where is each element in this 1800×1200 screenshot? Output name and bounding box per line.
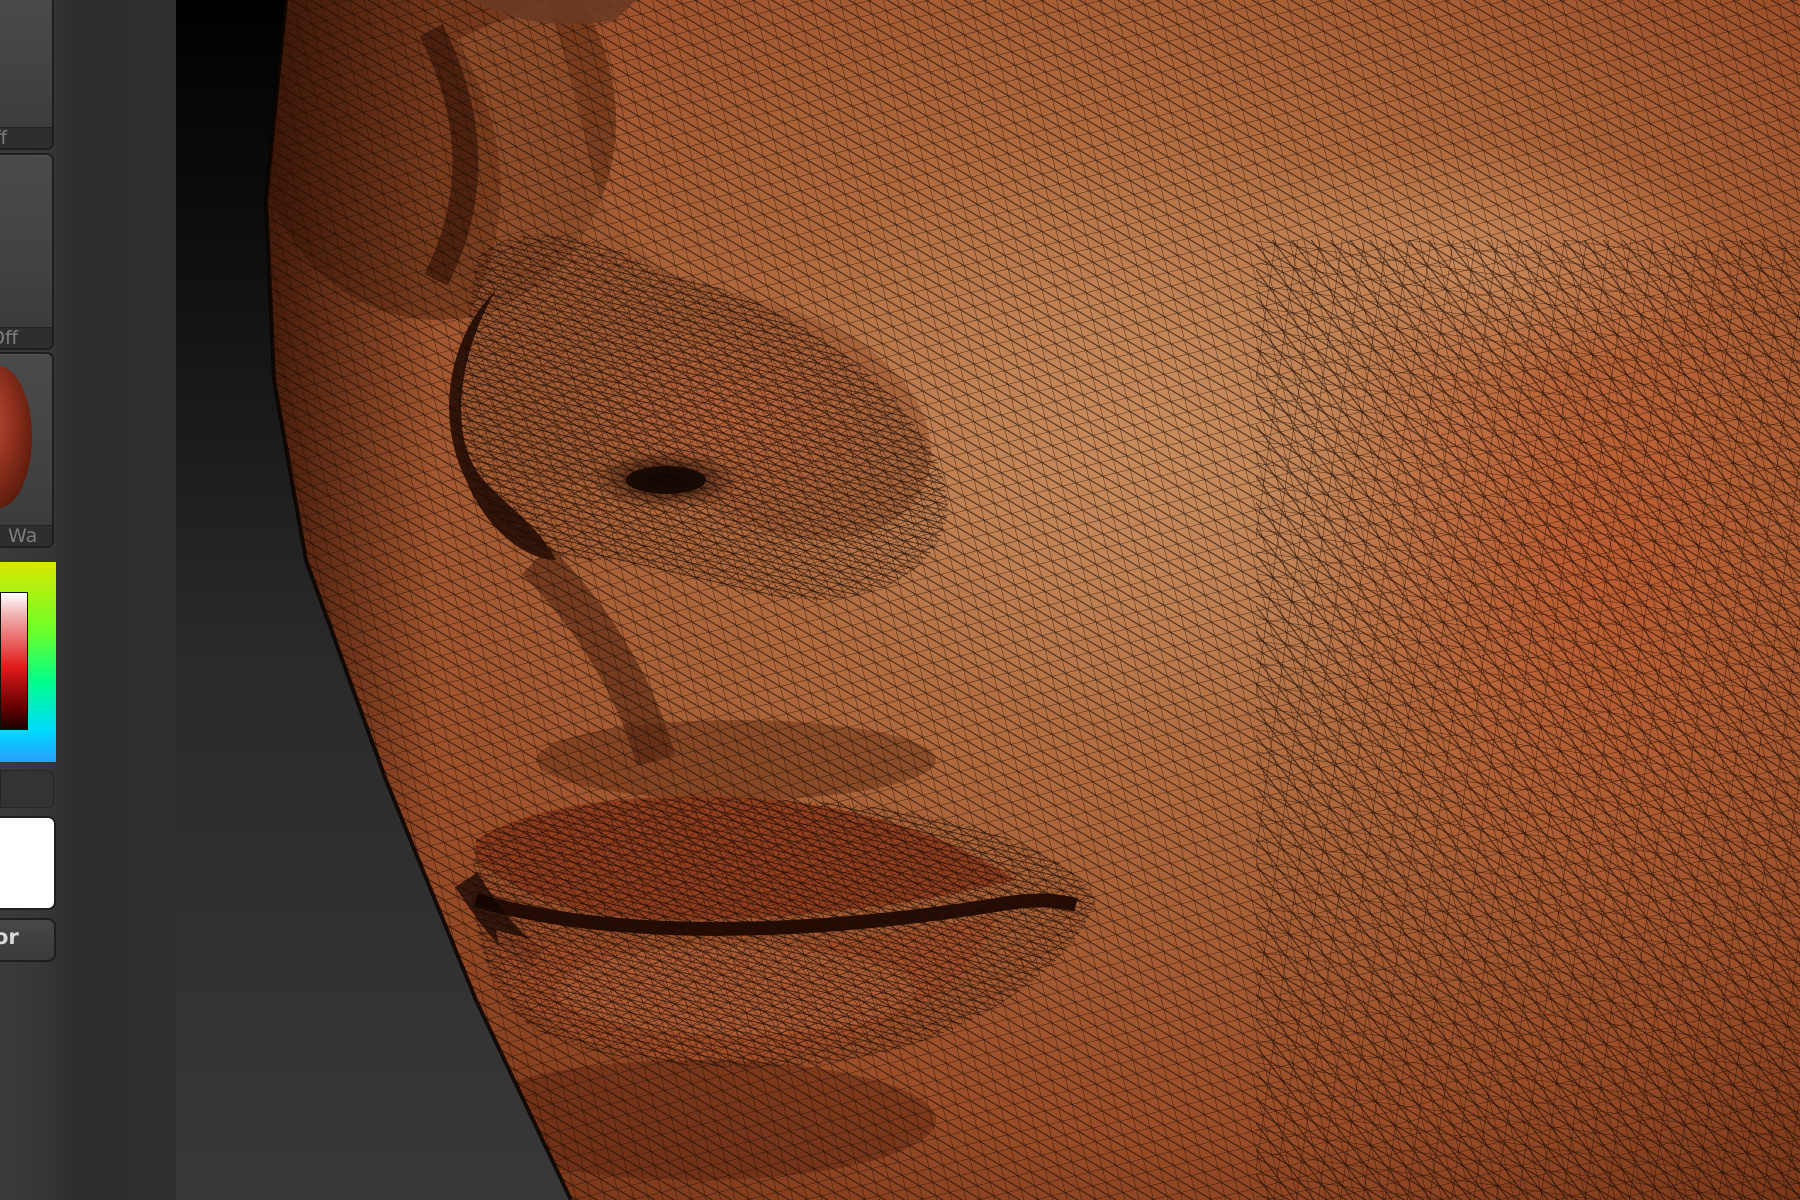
- viewport-canvas[interactable]: [176, 0, 1800, 1200]
- toggle-button-label: Off: [0, 327, 19, 349]
- material-button[interactable]: Wa: [0, 352, 54, 548]
- main-color-swatch[interactable]: [0, 816, 56, 910]
- toggle-button-off[interactable]: Off: [0, 153, 54, 350]
- material-sphere-icon: [0, 366, 32, 508]
- left-tray: ff Off Wa or: [0, 0, 73, 1200]
- color-button-label: or: [0, 925, 19, 949]
- color-picker-shade-box[interactable]: [0, 592, 28, 730]
- toggle-button-label: ff: [0, 127, 8, 149]
- color-button[interactable]: or: [0, 918, 56, 962]
- wireframe-face-render: [263, 0, 1800, 1200]
- tray-divider: [72, 0, 176, 1200]
- switch-color-bar[interactable]: [0, 770, 54, 808]
- zbrush-app-window: ff Off Wa or: [0, 0, 1800, 1200]
- toggle-button-footer: [0, 127, 52, 148]
- color-picker-icon[interactable]: [0, 562, 56, 762]
- material-button-label: Wa: [8, 525, 38, 547]
- toggle-button-ff[interactable]: ff: [0, 0, 54, 150]
